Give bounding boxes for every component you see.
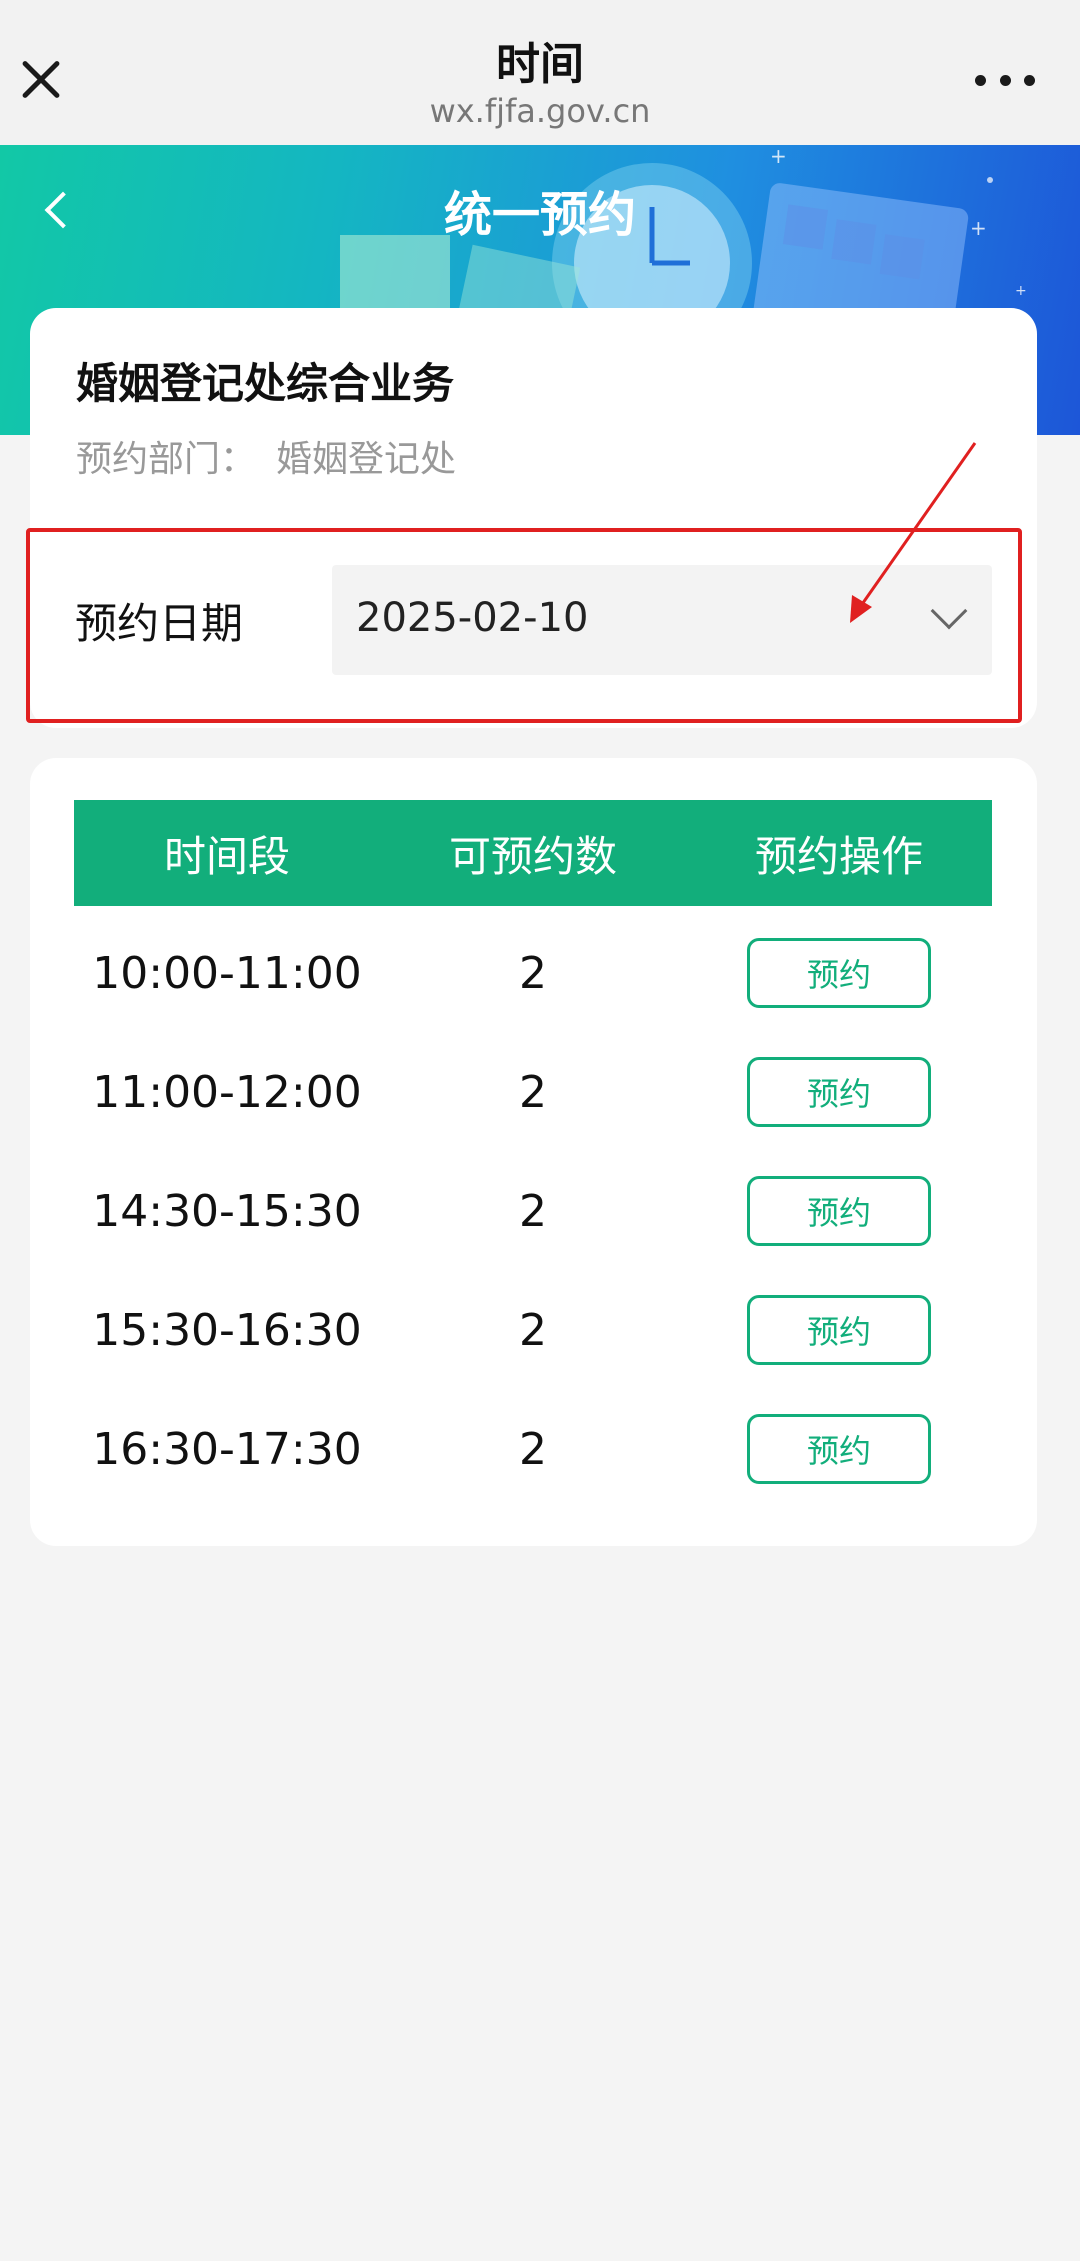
table-row: 15:30-16:30 2 预约 bbox=[74, 1275, 992, 1385]
header-action: 预约操作 bbox=[754, 831, 923, 881]
svg-text:+: + bbox=[1015, 283, 1027, 299]
slot-time: 16:30-17:30 bbox=[92, 1423, 362, 1475]
table-row: 16:30-17:30 2 预约 bbox=[74, 1394, 992, 1504]
book-button[interactable]: 预约 bbox=[747, 1414, 931, 1484]
book-button[interactable]: 预约 bbox=[747, 938, 931, 1008]
date-value: 2025-02-10 bbox=[356, 595, 589, 641]
slot-count: 2 bbox=[519, 1304, 547, 1356]
header-count: 可预约数 bbox=[448, 831, 617, 881]
table-row: 10:00-11:00 2 预约 bbox=[74, 918, 992, 1028]
department-value: 婚姻登记处 bbox=[276, 439, 457, 480]
header-time: 时间段 bbox=[163, 831, 290, 881]
book-button[interactable]: 预约 bbox=[747, 1295, 931, 1365]
date-label: 预约日期 bbox=[75, 599, 244, 648]
annotation-arrow bbox=[850, 442, 977, 623]
time-slot-card: 时间段 可预约数 预约操作 10:00-11:00 2 预约 11:00-12:… bbox=[30, 758, 1037, 1546]
book-button[interactable]: 预约 bbox=[747, 1057, 931, 1127]
department-label: 预约部门： bbox=[76, 439, 257, 480]
slot-time: 14:30-15:30 bbox=[92, 1185, 362, 1237]
table-row: 11:00-12:00 2 预约 bbox=[74, 1037, 992, 1147]
slot-count: 2 bbox=[519, 1185, 547, 1237]
slot-time: 10:00-11:00 bbox=[92, 947, 362, 999]
table-row: 14:30-15:30 2 预约 bbox=[74, 1156, 992, 1266]
business-title: 婚姻登记处综合业务 bbox=[76, 359, 455, 408]
browser-top-bar: 时间 wx.fjfa.gov.cn bbox=[0, 0, 1080, 145]
page-domain: wx.fjfa.gov.cn bbox=[429, 92, 651, 130]
department-row: 预约部门： 婚姻登记处 bbox=[76, 430, 456, 482]
svg-text:+: + bbox=[770, 145, 787, 168]
more-dots-icon[interactable] bbox=[975, 60, 1035, 100]
page-title: 时间 bbox=[496, 39, 584, 90]
slot-count: 2 bbox=[519, 1066, 547, 1118]
slot-count: 2 bbox=[519, 947, 547, 999]
slot-time: 15:30-16:30 bbox=[92, 1304, 362, 1356]
slot-time: 11:00-12:00 bbox=[92, 1066, 362, 1118]
book-button[interactable]: 预约 bbox=[747, 1176, 931, 1246]
slot-table-header: 时间段 可预约数 预约操作 bbox=[74, 800, 992, 906]
slot-count: 2 bbox=[519, 1423, 547, 1475]
hero-title: 统一预约 bbox=[443, 187, 636, 243]
